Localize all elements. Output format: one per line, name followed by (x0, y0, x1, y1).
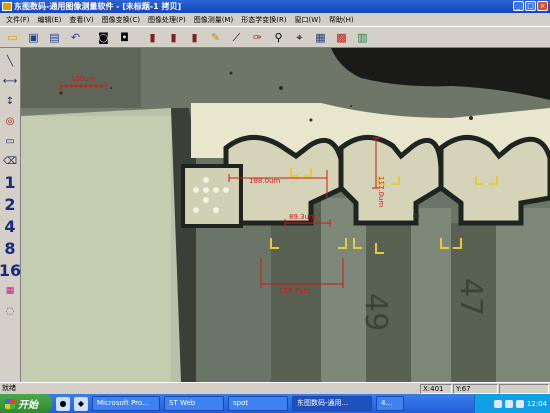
quicklaunch-2-icon[interactable]: ◆ (74, 396, 88, 411)
magnify-icon[interactable]: ⚲ (269, 28, 288, 46)
minimize-button[interactable]: _ (513, 1, 524, 11)
toolbar: ▭ ▣ ▤ ↶ ◙ ◘ ▮ ▮ ▮ ✎ ⟋ ✑ ⚲ ⌖ ▦ ▩ ▥ (0, 26, 550, 48)
camera-icon[interactable]: ◙ (94, 28, 113, 46)
windows-flag-icon (5, 398, 15, 409)
zoom-1-button[interactable]: 1 (1, 171, 20, 193)
vertical-line-tool-icon[interactable]: ↕ (1, 91, 20, 111)
task-spot[interactable]: spot (228, 396, 288, 411)
task-microsoft-pro[interactable]: Microsoft Pro... (92, 396, 160, 411)
menu-help[interactable]: 帮助(H) (325, 15, 358, 25)
tray-icon-3[interactable] (515, 399, 524, 408)
task-st-web[interactable]: ST Web (164, 396, 224, 411)
pencil-icon[interactable]: ✎ (206, 28, 225, 46)
microscope-image: 49 47 100um 188.0um 89.3um 157.7um 117.0… (21, 48, 550, 382)
cursor-y: Y:67 (453, 384, 498, 394)
maximize-button[interactable]: □ (525, 1, 536, 11)
ruler-icon[interactable]: ⟋ (227, 28, 246, 46)
menu-morphology[interactable]: 形态学变换(R) (237, 15, 290, 25)
zoom-4-button[interactable]: 4 (1, 215, 20, 237)
zoom-2-button[interactable]: 2 (1, 193, 20, 215)
horizontal-line-tool-icon[interactable]: ⟷ (1, 71, 20, 91)
menu-window[interactable]: 窗口(W) (291, 15, 325, 25)
title-bar: 东图数码-通用图像测量软件 - [未标题-1 拷贝] _ □ × (0, 0, 550, 13)
tray-icon-2[interactable] (504, 399, 513, 408)
chip-label-47: 47 (453, 278, 488, 316)
clock[interactable]: 12:04 (527, 400, 547, 408)
quicklaunch-icon[interactable]: ● (56, 396, 70, 411)
pin-icon[interactable]: ⌖ (290, 28, 309, 46)
grid-icon[interactable]: ▦ (311, 28, 330, 46)
measurement-1-label: 188.0um (249, 177, 280, 185)
scale-bar-label: 100um (71, 75, 96, 83)
measurement-4-label: 117.0um (377, 176, 385, 207)
app-icon (2, 2, 12, 11)
close-button[interactable]: × (537, 1, 548, 11)
cursor-x: X:401 (420, 384, 452, 394)
window-title: 东图数码-通用图像测量软件 - [未标题-1 拷贝] (14, 2, 182, 11)
zoom-16-button[interactable]: 16 (0, 259, 21, 281)
status-bar: 就绪 X:401 Y:67 (0, 382, 550, 394)
angle-tool-icon[interactable]: ◎ (1, 111, 20, 131)
image-canvas[interactable]: 49 47 100um 188.0um 89.3um 157.7um 117.0… (21, 48, 550, 382)
undo-icon[interactable]: ↶ (66, 28, 85, 46)
menu-image-measure[interactable]: 图像测量(M) (190, 15, 238, 25)
chip-label-49: 49 (358, 293, 393, 331)
zoom-8-button[interactable]: 8 (1, 237, 20, 259)
status-text: 就绪 (2, 384, 16, 392)
menu-image-process[interactable]: 图像处理(P) (144, 15, 190, 25)
calculator-icon[interactable]: ▥ (353, 28, 372, 46)
menu-image-transform[interactable]: 图像变换(C) (98, 15, 144, 25)
tray-icon-1[interactable] (493, 399, 502, 408)
measurement-2-label: 89.3um (289, 213, 316, 221)
save-icon[interactable]: ▣ (24, 28, 43, 46)
menu-view[interactable]: 查看(V) (65, 15, 97, 25)
wand-icon[interactable]: ✑ (248, 28, 267, 46)
compare-icon[interactable]: ▩ (332, 28, 351, 46)
histogram-icon[interactable]: ▮ (143, 28, 162, 46)
menu-edit[interactable]: 编辑(E) (34, 15, 66, 25)
rect-select-tool-icon[interactable]: ▭ (1, 131, 20, 151)
camera-capture-icon[interactable]: ◘ (115, 28, 134, 46)
task-app-active[interactable]: 东图数码-通用... (292, 396, 372, 411)
histogram-3-icon[interactable]: ▮ (185, 28, 204, 46)
status-icons (499, 384, 549, 394)
settings-icon[interactable]: ◌ (1, 301, 20, 321)
measurement-3-label: 157.7um (279, 287, 310, 295)
histogram-2-icon[interactable]: ▮ (164, 28, 183, 46)
task-more[interactable]: 4... (376, 396, 404, 411)
menu-bar: 文件(F) 编辑(E) 查看(V) 图像变换(C) 图像处理(P) 图像测量(M… (0, 13, 550, 26)
open-icon[interactable]: ▤ (45, 28, 64, 46)
menu-file[interactable]: 文件(F) (2, 15, 34, 25)
color-palette-icon[interactable]: ▦ (1, 281, 20, 301)
left-toolbox: ╲ ⟷ ↕ ◎ ▭ ⌫ 1 2 4 8 16 ▦ ◌ (0, 48, 21, 382)
taskbar: 开始 ● ◆ Microsoft Pro... ST Web spot 东图数码… (0, 394, 550, 413)
start-button[interactable]: 开始 (0, 394, 52, 413)
system-tray: 12:04 (474, 394, 550, 413)
line-tool-icon[interactable]: ╲ (1, 51, 20, 71)
new-file-icon[interactable]: ▭ (3, 28, 22, 46)
eraser-tool-icon[interactable]: ⌫ (1, 151, 20, 171)
